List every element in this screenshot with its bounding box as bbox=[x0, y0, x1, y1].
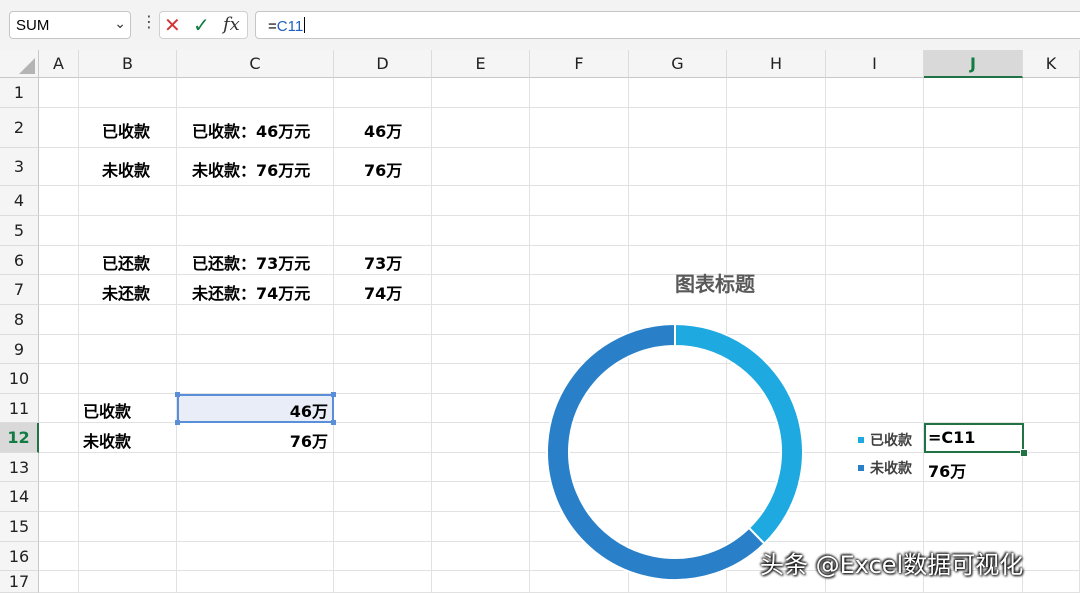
name-box[interactable]: SUM ⌄ bbox=[9, 11, 131, 39]
check-icon[interactable]: ✓ bbox=[193, 14, 210, 36]
row-header-16[interactable]: 16 bbox=[0, 542, 39, 571]
doughnut-chart[interactable] bbox=[0, 0, 1080, 593]
row-header-9[interactable]: 9 bbox=[0, 335, 39, 364]
column-header-j[interactable]: J bbox=[924, 50, 1023, 78]
chart-title[interactable]: 图表标题 bbox=[615, 268, 815, 297]
legend-label: 未收款 bbox=[870, 461, 912, 477]
row-header-3[interactable]: 3 bbox=[0, 148, 39, 186]
row-header-6[interactable]: 6 bbox=[0, 246, 39, 275]
formula-buttons: ✕ ✓ fx bbox=[159, 11, 248, 39]
column-gridline bbox=[529, 78, 530, 593]
formula-text: =C11 bbox=[268, 17, 306, 35]
cell-d2[interactable]: 46万 bbox=[364, 118, 402, 142]
watermark: 头条 @Excel数据可视化 bbox=[760, 551, 1024, 579]
legend-item-uncollected[interactable]: 未收款 bbox=[858, 458, 912, 478]
column-header-a[interactable]: A bbox=[39, 50, 79, 78]
column-gridline bbox=[333, 78, 334, 593]
formula-prefix: = bbox=[268, 18, 277, 35]
column-header-e[interactable]: E bbox=[432, 50, 530, 78]
cell-b11[interactable]: 已收款 bbox=[83, 398, 131, 422]
chevron-down-icon[interactable]: ⌄ bbox=[114, 16, 126, 32]
cell-d3[interactable]: 76万 bbox=[364, 157, 402, 181]
column-header-d[interactable]: D bbox=[334, 50, 432, 78]
cell-j13[interactable]: 76万 bbox=[928, 458, 966, 482]
cell-b12[interactable]: 未收款 bbox=[83, 428, 131, 452]
column-header-c[interactable]: C bbox=[177, 50, 334, 78]
formula-ref: C11 bbox=[276, 18, 304, 35]
range-handle[interactable] bbox=[331, 392, 336, 397]
row-header-15[interactable]: 15 bbox=[0, 512, 39, 542]
legend-swatch bbox=[858, 465, 864, 471]
cell-j12[interactable]: =C11 bbox=[928, 428, 975, 447]
cell-b2[interactable]: 已收款 bbox=[102, 118, 150, 142]
row-header-7[interactable]: 7 bbox=[0, 275, 39, 305]
row-header-1[interactable]: 1 bbox=[0, 78, 39, 108]
column-header-b[interactable]: B bbox=[79, 50, 177, 78]
range-handle[interactable] bbox=[331, 420, 336, 425]
column-header-g[interactable]: G bbox=[629, 50, 727, 78]
row-header-4[interactable]: 4 bbox=[0, 186, 39, 216]
legend-swatch bbox=[858, 437, 864, 443]
row-header-5[interactable]: 5 bbox=[0, 216, 39, 246]
column-gridline bbox=[176, 78, 177, 593]
row-header-12[interactable]: 12 bbox=[0, 423, 39, 453]
formula-bar: SUM ⌄ ⋮ ✕ ✓ fx =C11 bbox=[0, 0, 1080, 51]
more-options-icon[interactable]: ⋮ bbox=[141, 14, 157, 30]
cell-d6[interactable]: 73万 bbox=[364, 250, 402, 274]
row-header-17[interactable]: 17 bbox=[0, 571, 39, 593]
cell-c3[interactable]: 未收款：76万元 bbox=[192, 157, 310, 181]
range-handle[interactable] bbox=[175, 392, 180, 397]
column-gridline bbox=[923, 78, 924, 593]
cell-c6[interactable]: 已还款：73万元 bbox=[192, 250, 310, 274]
fill-handle[interactable] bbox=[1020, 449, 1028, 457]
name-box-value: SUM bbox=[16, 17, 50, 34]
column-header-i[interactable]: I bbox=[826, 50, 924, 78]
cell-c12[interactable]: 76万 bbox=[178, 428, 328, 452]
cell-c7[interactable]: 未还款：74万元 bbox=[192, 280, 310, 304]
column-header-f[interactable]: F bbox=[530, 50, 629, 78]
formula-input[interactable]: =C11 bbox=[255, 11, 1080, 39]
legend-item-collected[interactable]: 已收款 bbox=[858, 430, 912, 450]
row-header-14[interactable]: 14 bbox=[0, 482, 39, 512]
column-gridline bbox=[431, 78, 432, 593]
column-header-k[interactable]: K bbox=[1023, 50, 1080, 78]
cell-b6[interactable]: 已还款 bbox=[102, 250, 150, 274]
row-header-13[interactable]: 13 bbox=[0, 453, 39, 482]
legend-label: 已收款 bbox=[870, 433, 912, 449]
cell-d7[interactable]: 74万 bbox=[364, 280, 402, 304]
column-gridline bbox=[825, 78, 826, 593]
column-gridline bbox=[78, 78, 79, 593]
cancel-icon[interactable]: ✕ bbox=[164, 14, 181, 36]
text-caret bbox=[304, 17, 306, 33]
cell-b7[interactable]: 未还款 bbox=[102, 280, 150, 304]
row-header-10[interactable]: 10 bbox=[0, 364, 39, 394]
column-header-h[interactable]: H bbox=[727, 50, 826, 78]
cell-b3[interactable]: 未收款 bbox=[102, 157, 150, 181]
column-gridline bbox=[1022, 78, 1023, 593]
column-gridline bbox=[726, 78, 727, 593]
column-gridline bbox=[628, 78, 629, 593]
cell-c2[interactable]: 已收款：46万元 bbox=[192, 118, 310, 142]
select-all-icon bbox=[19, 58, 35, 74]
row-header-2[interactable]: 2 bbox=[0, 108, 39, 148]
row-header-8[interactable]: 8 bbox=[0, 305, 39, 335]
cell-c11[interactable]: 46万 bbox=[178, 398, 328, 422]
select-all-button[interactable] bbox=[0, 50, 39, 78]
insert-function-icon[interactable]: fx bbox=[223, 14, 240, 36]
row-header-11[interactable]: 11 bbox=[0, 394, 39, 423]
